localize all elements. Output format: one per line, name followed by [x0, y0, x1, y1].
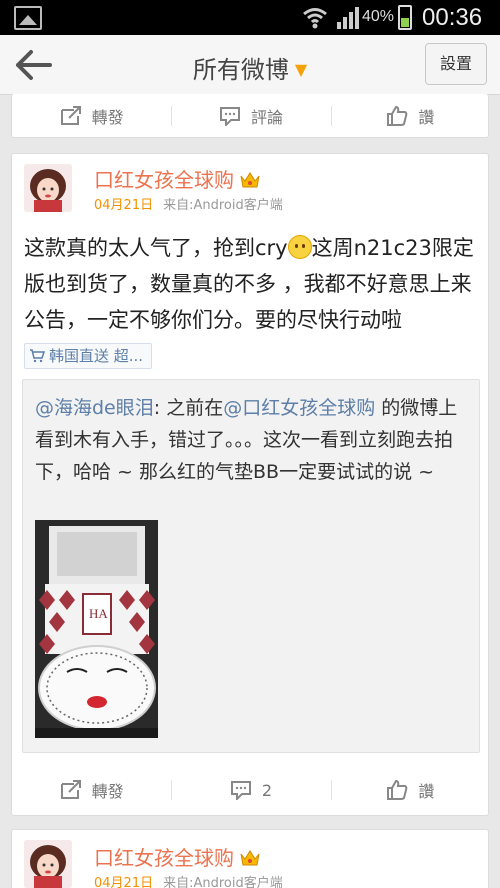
battery-icon — [398, 5, 412, 30]
post-text: 这款真的太人气了，抢到cry 这周n21c23限定版也到货了，数量真的不多 ，我都… — [24, 230, 484, 374]
svg-text:HA: HA — [89, 606, 108, 621]
post-meta: 04月21日 来自:Android客户端 — [94, 872, 283, 888]
avatar-image — [24, 164, 72, 212]
like-label: 讚 — [418, 782, 435, 801]
post-source: 来自:Android客户端 — [163, 876, 283, 888]
cart-icon — [30, 349, 46, 363]
repost-icon — [60, 106, 81, 125]
reposted-content[interactable]: @海海de眼泪: 之前在@口红女孩全球购 的微博上看到木有入手，错过了。。。这次… — [22, 379, 480, 753]
avatar[interactable] — [24, 840, 72, 888]
wifi-icon — [303, 8, 327, 29]
like-button[interactable]: 讚 — [330, 94, 490, 138]
like-label: 讚 — [418, 108, 435, 127]
repost-label: 轉發 — [91, 108, 124, 127]
status-bar: 40% 00:36 — [0, 0, 500, 35]
like-button[interactable]: 讚 — [330, 768, 490, 812]
post-username[interactable]: 口红女孩全球购 — [94, 842, 260, 871]
post-username[interactable]: 口红女孩全球购 — [94, 164, 260, 193]
repost-button[interactable]: 轉發 — [12, 94, 171, 138]
thumbs-up-icon — [387, 106, 408, 126]
post-card: 口红女孩全球购 04月21日 来自:Android客户端 这款真的太人气了，抢到c… — [11, 153, 489, 816]
post-actions: 轉發 2 讚 — [12, 768, 490, 812]
repost-label: 轉發 — [91, 782, 124, 801]
repost-text-a: : 之前在 — [153, 397, 224, 419]
username-text: 口红女孩全球购 — [94, 168, 234, 192]
comment-label: 評論 — [250, 108, 283, 127]
crown-icon — [240, 172, 260, 188]
repost-text: @海海de眼泪: 之前在@口红女孩全球购 的微博上看到木有入手，错过了。。。这次… — [35, 392, 465, 488]
repost-icon — [60, 780, 81, 799]
settings-button[interactable]: 設置 — [425, 43, 487, 85]
battery-percent: 40% — [362, 8, 395, 25]
mention-shop[interactable]: @口红女孩全球购 — [223, 397, 375, 419]
sad-face-emoji-icon — [287, 235, 312, 259]
avatar-image — [24, 840, 72, 888]
repost-photo[interactable]: HA — [35, 520, 158, 738]
signal-icon — [337, 7, 359, 29]
cushion-compact-photo: HA — [35, 520, 158, 738]
page-title-label: 所有微博 — [192, 56, 289, 84]
next-post-card: 口红女孩全球购 04月21日 来自:Android客户端 — [11, 829, 489, 888]
previous-post-actions: 轉發 評論 讚 — [12, 94, 490, 138]
chevron-down-icon: ▼ — [294, 60, 308, 79]
post-meta: 04月21日 来自:Android客户端 — [94, 194, 283, 213]
comment-icon — [219, 107, 240, 126]
mention-original-author[interactable]: @海海de眼泪 — [35, 397, 154, 419]
comment-count: 2 — [261, 780, 273, 800]
avatar[interactable] — [24, 164, 72, 212]
app-header: 所有微博 ▼ 設置 — [0, 35, 500, 95]
repost-button[interactable]: 轉發 — [12, 768, 171, 812]
post-date: 04月21日 — [94, 198, 154, 213]
comment-button[interactable]: 評論 — [171, 94, 330, 138]
post-date: 04月21日 — [94, 876, 154, 888]
clock: 00:36 — [422, 4, 483, 31]
username-text: 口红女孩全球购 — [94, 846, 234, 870]
thumbs-up-icon — [387, 780, 408, 800]
shop-link-label: 韩国直送 超... — [49, 347, 144, 365]
comment-button[interactable]: 2 — [171, 768, 330, 812]
image-notification-icon — [14, 6, 42, 30]
previous-post-card: 轉發 評論 讚 — [11, 94, 489, 138]
post-text-part1: 这款真的太人气了，抢到cry — [24, 236, 288, 260]
shop-link-chip[interactable]: 韩国直送 超... — [24, 343, 153, 369]
comment-icon — [230, 781, 251, 800]
crown-icon — [240, 850, 260, 866]
post-source: 来自:Android客户端 — [163, 198, 283, 213]
